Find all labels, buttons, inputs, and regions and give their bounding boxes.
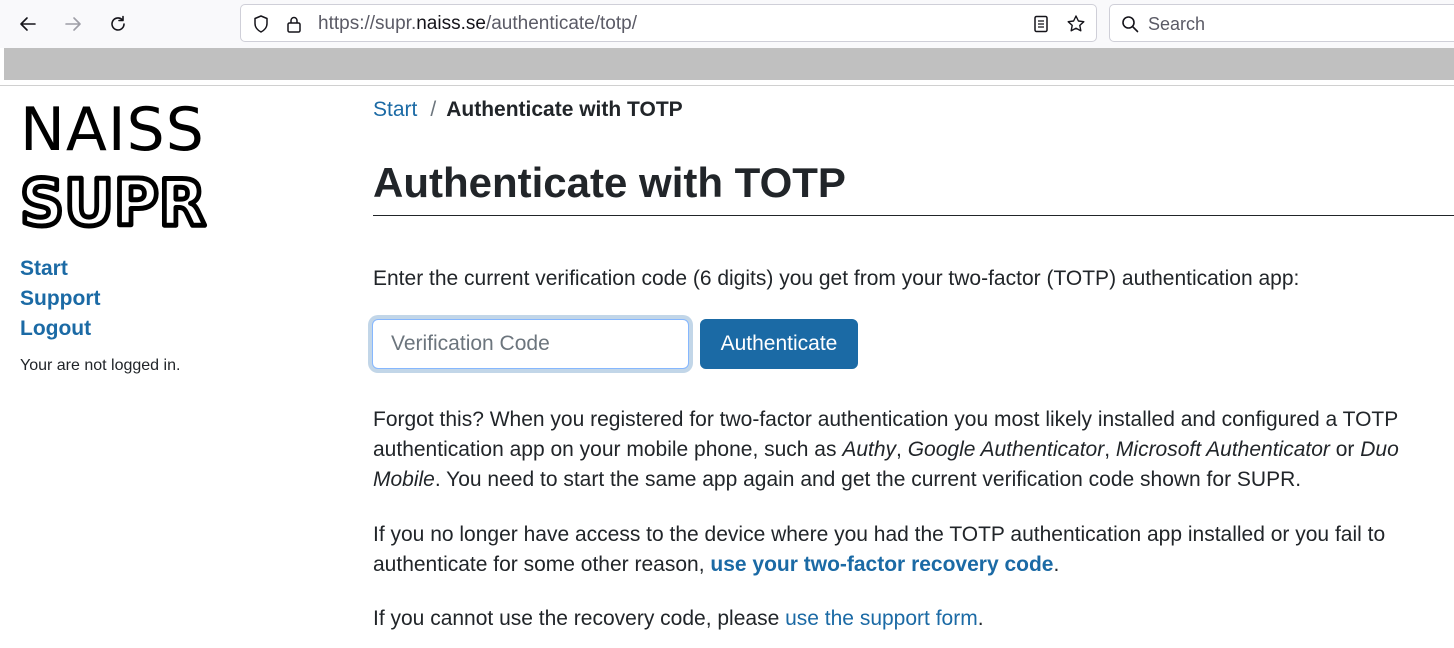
title-rule (373, 215, 1454, 216)
url-text[interactable]: https://supr.naiss.se/authenticate/totp/ (318, 14, 637, 34)
breadcrumb-separator: / (430, 98, 437, 121)
bookmarks-toolbar (4, 48, 1454, 80)
bookmark-star-icon[interactable] (1066, 14, 1086, 34)
search-placeholder: Search (1148, 14, 1206, 34)
url-path: /authenticate/totp/ (485, 13, 637, 34)
chrome-divider (0, 85, 1454, 86)
lock-icon[interactable] (284, 14, 304, 34)
breadcrumb: Start / Authenticate with TOTP (373, 97, 683, 123)
reader-view-icon[interactable] (1031, 14, 1051, 34)
arrow-left-icon (20, 17, 36, 31)
breadcrumb-current: Authenticate with TOTP (446, 98, 683, 121)
address-bar[interactable]: https://supr.naiss.se/authenticate/totp/ (240, 4, 1097, 42)
forward-button[interactable] (57, 8, 89, 40)
sidebar-item-logout[interactable]: Logout (20, 314, 100, 344)
page-title: Authenticate with TOTP (373, 159, 846, 206)
logo-naiss-text: NAISS (20, 95, 205, 165)
search-bar[interactable]: Search (1109, 4, 1454, 42)
forgot-comma-1: , (896, 438, 908, 461)
intro-text: Enter the current verification code (6 d… (373, 267, 1300, 290)
forgot-paragraph: Forgot this? When you registered for two… (373, 405, 1448, 495)
support-paragraph: If you cannot use the recovery code, ple… (373, 604, 1448, 634)
app-google-authenticator: Google Authenticator (907, 438, 1105, 461)
support-text-2: . (977, 607, 984, 630)
no-access-text-2: . (1053, 553, 1060, 576)
shield-icon[interactable] (251, 14, 271, 34)
logo-supr-text: SUPR (20, 168, 209, 232)
reload-button[interactable] (102, 8, 134, 40)
login-status: Your are not logged in. (20, 357, 181, 374)
verification-code-input[interactable] (372, 319, 689, 369)
sidebar-nav: Start Support Logout (20, 254, 100, 344)
no-access-paragraph: If you no longer have access to the devi… (373, 520, 1448, 580)
authenticate-button[interactable]: Authenticate (700, 319, 858, 369)
recovery-code-link[interactable]: use your two-factor recovery code (710, 553, 1053, 576)
app-authy: Authy (842, 438, 897, 461)
url-prefix: https://supr. (318, 13, 417, 34)
site-logo[interactable]: NAISS SUPR (20, 100, 210, 232)
browser-toolbar: https://supr.naiss.se/authenticate/totp/… (0, 0, 1454, 48)
app-microsoft-authenticator: Microsoft Authenticator (1115, 438, 1330, 461)
forgot-text-2: . You need to start the same app again a… (434, 468, 1302, 491)
sidebar-item-start[interactable]: Start (20, 254, 100, 284)
back-button[interactable] (12, 8, 44, 40)
url-domain: naiss.se (416, 13, 486, 34)
sidebar-item-support[interactable]: Support (20, 284, 100, 314)
reload-icon (111, 15, 125, 31)
forgot-or: or (1329, 438, 1361, 461)
forgot-comma-2: , (1104, 438, 1116, 461)
search-icon (1122, 16, 1139, 33)
arrow-right-icon (65, 17, 81, 31)
support-text-1: If you cannot use the recovery code, ple… (373, 607, 786, 630)
breadcrumb-start-link[interactable]: Start (373, 98, 417, 121)
logo-supr-glyphs: SUPR (20, 168, 206, 232)
support-form-link[interactable]: use the support form (785, 607, 978, 630)
